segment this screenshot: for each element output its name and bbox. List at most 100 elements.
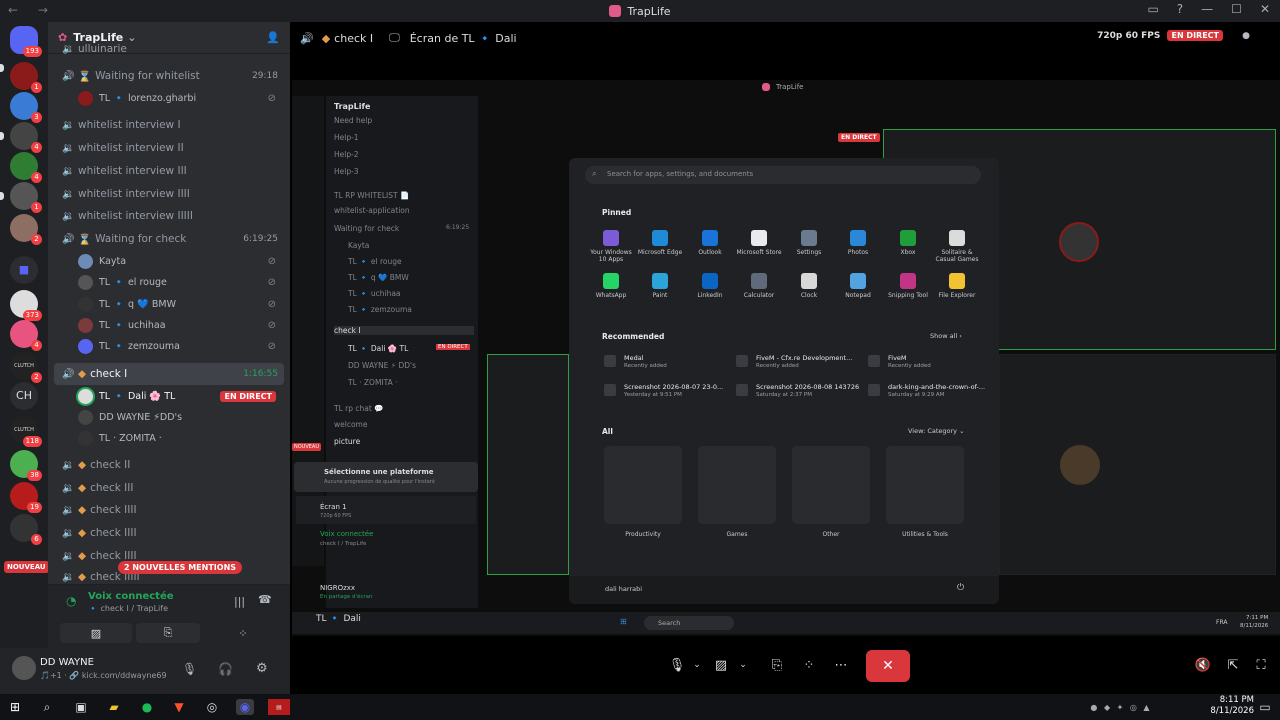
recommended-item[interactable]: Medal Recently added <box>604 354 667 370</box>
pinned-app[interactable]: LinkedIn <box>685 273 735 299</box>
server-icon[interactable]: 373 <box>10 290 42 321</box>
clock[interactable]: 8:11 PM 8/11/2026 <box>1210 695 1254 717</box>
noise-suppression-icon[interactable]: ||| <box>234 595 245 608</box>
recommended-item[interactable]: Screenshot 2026-08-08 143726 Saturday at … <box>736 383 859 399</box>
mute-stream-button[interactable]: 🔇 <box>1190 652 1216 678</box>
app-group-other[interactable] <box>792 446 870 524</box>
voice-user[interactable]: TL 🔹 zemzouma ⊘ <box>78 336 284 356</box>
discord-icon[interactable]: ◉ <box>236 699 254 715</box>
server-icon[interactable]: 1 <box>10 182 42 213</box>
pinned-app[interactable]: Solitaire & Casual Games <box>932 230 982 263</box>
add-member-icon[interactable]: 👤 <box>266 31 280 44</box>
server-initials-icon[interactable]: CH <box>10 382 38 410</box>
voice-channel[interactable]: 🔉 whitelist interview IIIII <box>54 206 284 226</box>
fullscreen-button[interactable]: ⛶ <box>1248 652 1274 678</box>
headphones-icon[interactable]: 🎧 <box>218 662 233 676</box>
voice-user-streaming[interactable]: TL 🔹 Dali 🌸 TL EN DIRECT <box>78 386 284 406</box>
voice-channel[interactable]: 🔉 whitelist interview I <box>54 115 284 135</box>
pinned-app[interactable]: Photos <box>833 230 883 256</box>
voice-channel-waiting-check[interactable]: 🔊 ⌛ Waiting for check 6:19:25 <box>54 229 284 249</box>
pinned-app[interactable]: Clock <box>784 273 834 299</box>
voice-user[interactable]: TL 🔹 lorenzo.gharbi ⊘ <box>78 88 284 108</box>
search-icon[interactable]: ⌕ <box>38 699 56 715</box>
voice-channel[interactable]: 🔉 ◆ check IIII <box>54 500 284 520</box>
microphone-icon[interactable]: 🎙 <box>182 662 197 676</box>
server-icon[interactable]: CLUTCH 118 <box>10 416 42 447</box>
back-forward-icons[interactable]: ← → <box>8 3 56 17</box>
screen-share-button[interactable]: ⎘ <box>764 652 790 678</box>
brave-icon[interactable]: ▼ <box>170 699 188 715</box>
pinned-app[interactable]: Outlook <box>685 230 735 256</box>
power-icon[interactable]: ⏻ <box>957 583 964 593</box>
more-options-button[interactable]: ⋯ <box>828 652 854 678</box>
voice-location[interactable]: 🔹 check I / TrapLife <box>88 604 168 613</box>
pinned-app[interactable]: Settings <box>784 230 834 256</box>
app-group-games[interactable] <box>698 446 776 524</box>
chat-bubble-icon[interactable]: ● <box>1242 31 1250 41</box>
pinned-app[interactable]: Paint <box>635 273 685 299</box>
pinned-app[interactable]: Notepad <box>833 273 883 299</box>
mic-options-chevron-icon[interactable]: ⌄ <box>684 652 710 678</box>
inbox-icon[interactable]: ▭ <box>1147 2 1158 16</box>
close-button[interactable]: ✕ <box>1260 2 1270 16</box>
server-icon[interactable]: 4 <box>10 122 42 153</box>
app-group-utilities[interactable] <box>886 446 964 524</box>
recommended-item[interactable]: FiveM Recently added <box>868 354 931 370</box>
show-all-button[interactable]: Show all › <box>930 332 962 340</box>
app-group-productivity[interactable] <box>604 446 682 524</box>
camera-options-chevron-icon[interactable]: ⌄ <box>730 652 756 678</box>
file-explorer-icon[interactable]: ▰ <box>105 699 123 715</box>
recommended-item[interactable]: Screenshot 2026-08-07 23-0... Yesterday a… <box>604 383 723 399</box>
voice-channel-waiting-whitelist[interactable]: 🔊 ⌛ Waiting for whitelist 29:18 <box>54 66 284 86</box>
voice-channel[interactable]: 🔉 whitelist interview II <box>54 138 284 158</box>
popout-button[interactable]: ⇱ <box>1220 652 1246 678</box>
pinned-app[interactable]: Your Windows 10 Apps <box>586 230 636 263</box>
start-search-input[interactable]: Search for apps, settings, and documents <box>585 166 981 184</box>
windows-start-icon[interactable]: ⊞ <box>6 699 24 715</box>
help-icon[interactable]: ? <box>1177 2 1183 16</box>
voice-user[interactable]: TL 🔹 uchihaa ⊘ <box>78 315 284 335</box>
voice-user[interactable]: TL · ZOMITA · <box>78 428 284 448</box>
maximize-button[interactable]: ☐ <box>1231 2 1242 16</box>
server-icon[interactable]: 19 <box>10 482 42 513</box>
voice-channel[interactable]: 🔉 whitelist interview IIII <box>54 184 284 204</box>
server-icon[interactable]: 38 <box>10 450 42 481</box>
camera-off-button[interactable]: ▨ <box>60 623 132 643</box>
new-mentions-pill[interactable]: 2 NOUVELLES MENTIONS <box>118 561 243 574</box>
voice-channel[interactable]: 🔉 ulluinarie <box>54 44 284 54</box>
leave-call-button[interactable]: ✕ <box>866 650 910 682</box>
disconnect-icon[interactable]: ☎ <box>258 593 272 606</box>
voice-user[interactable]: DD WAYNE ⚡DD's <box>78 407 284 427</box>
server-icon[interactable]: CLUTCH 2 <box>10 352 42 383</box>
view-category-dropdown[interactable]: View: Category ⌄ <box>908 427 965 435</box>
voice-user[interactable]: TL 🔹 q 💙 BMW ⊘ <box>78 294 284 314</box>
voice-status[interactable]: Voix connectée <box>88 591 174 602</box>
notification-icon[interactable]: ▭ <box>1256 699 1274 715</box>
server-icon[interactable]: 4 <box>10 320 42 351</box>
voice-channel[interactable]: 🔉 ◆ check III <box>54 478 284 498</box>
voice-channel[interactable]: 🔉 ◆ check II <box>54 455 284 475</box>
pinned-app[interactable]: Snipping Tool <box>883 273 933 299</box>
spotify-icon[interactable]: ● <box>138 699 156 715</box>
store-icon[interactable]: ▣ <box>72 699 90 715</box>
home-dm-icon[interactable]: 193 <box>10 26 42 57</box>
screen-share-button[interactable]: ⎘ <box>136 623 200 643</box>
voice-user[interactable]: TL 🔹 el rouge ⊘ <box>78 272 284 292</box>
server-icon[interactable]: 3 <box>10 92 42 123</box>
voice-user[interactable]: Kayta ⊘ <box>78 251 284 271</box>
activities-button[interactable]: ⁘ <box>796 652 822 678</box>
voice-channel[interactable]: 🔉 whitelist interview III <box>54 161 284 181</box>
server-icon[interactable]: 2 <box>10 214 42 245</box>
pinned-app[interactable]: Microsoft Edge <box>635 230 685 256</box>
start-user-name[interactable]: dali harrabi <box>605 585 642 593</box>
app-icon[interactable]: ▤ <box>268 699 290 715</box>
pinned-app[interactable]: Xbox <box>883 230 933 256</box>
recommended-item[interactable]: FiveM - Cfx.re Development... Recently ad… <box>736 354 852 370</box>
activities-button[interactable]: ⁘ <box>206 623 280 643</box>
minimize-button[interactable]: — <box>1201 2 1213 16</box>
gear-icon[interactable]: ⚙ <box>256 661 268 676</box>
pinned-app[interactable]: Microsoft Store <box>734 230 784 256</box>
folder-icon[interactable]: ■ <box>10 256 38 284</box>
server-icon[interactable]: 4 <box>10 152 42 183</box>
avatar[interactable] <box>12 656 36 680</box>
